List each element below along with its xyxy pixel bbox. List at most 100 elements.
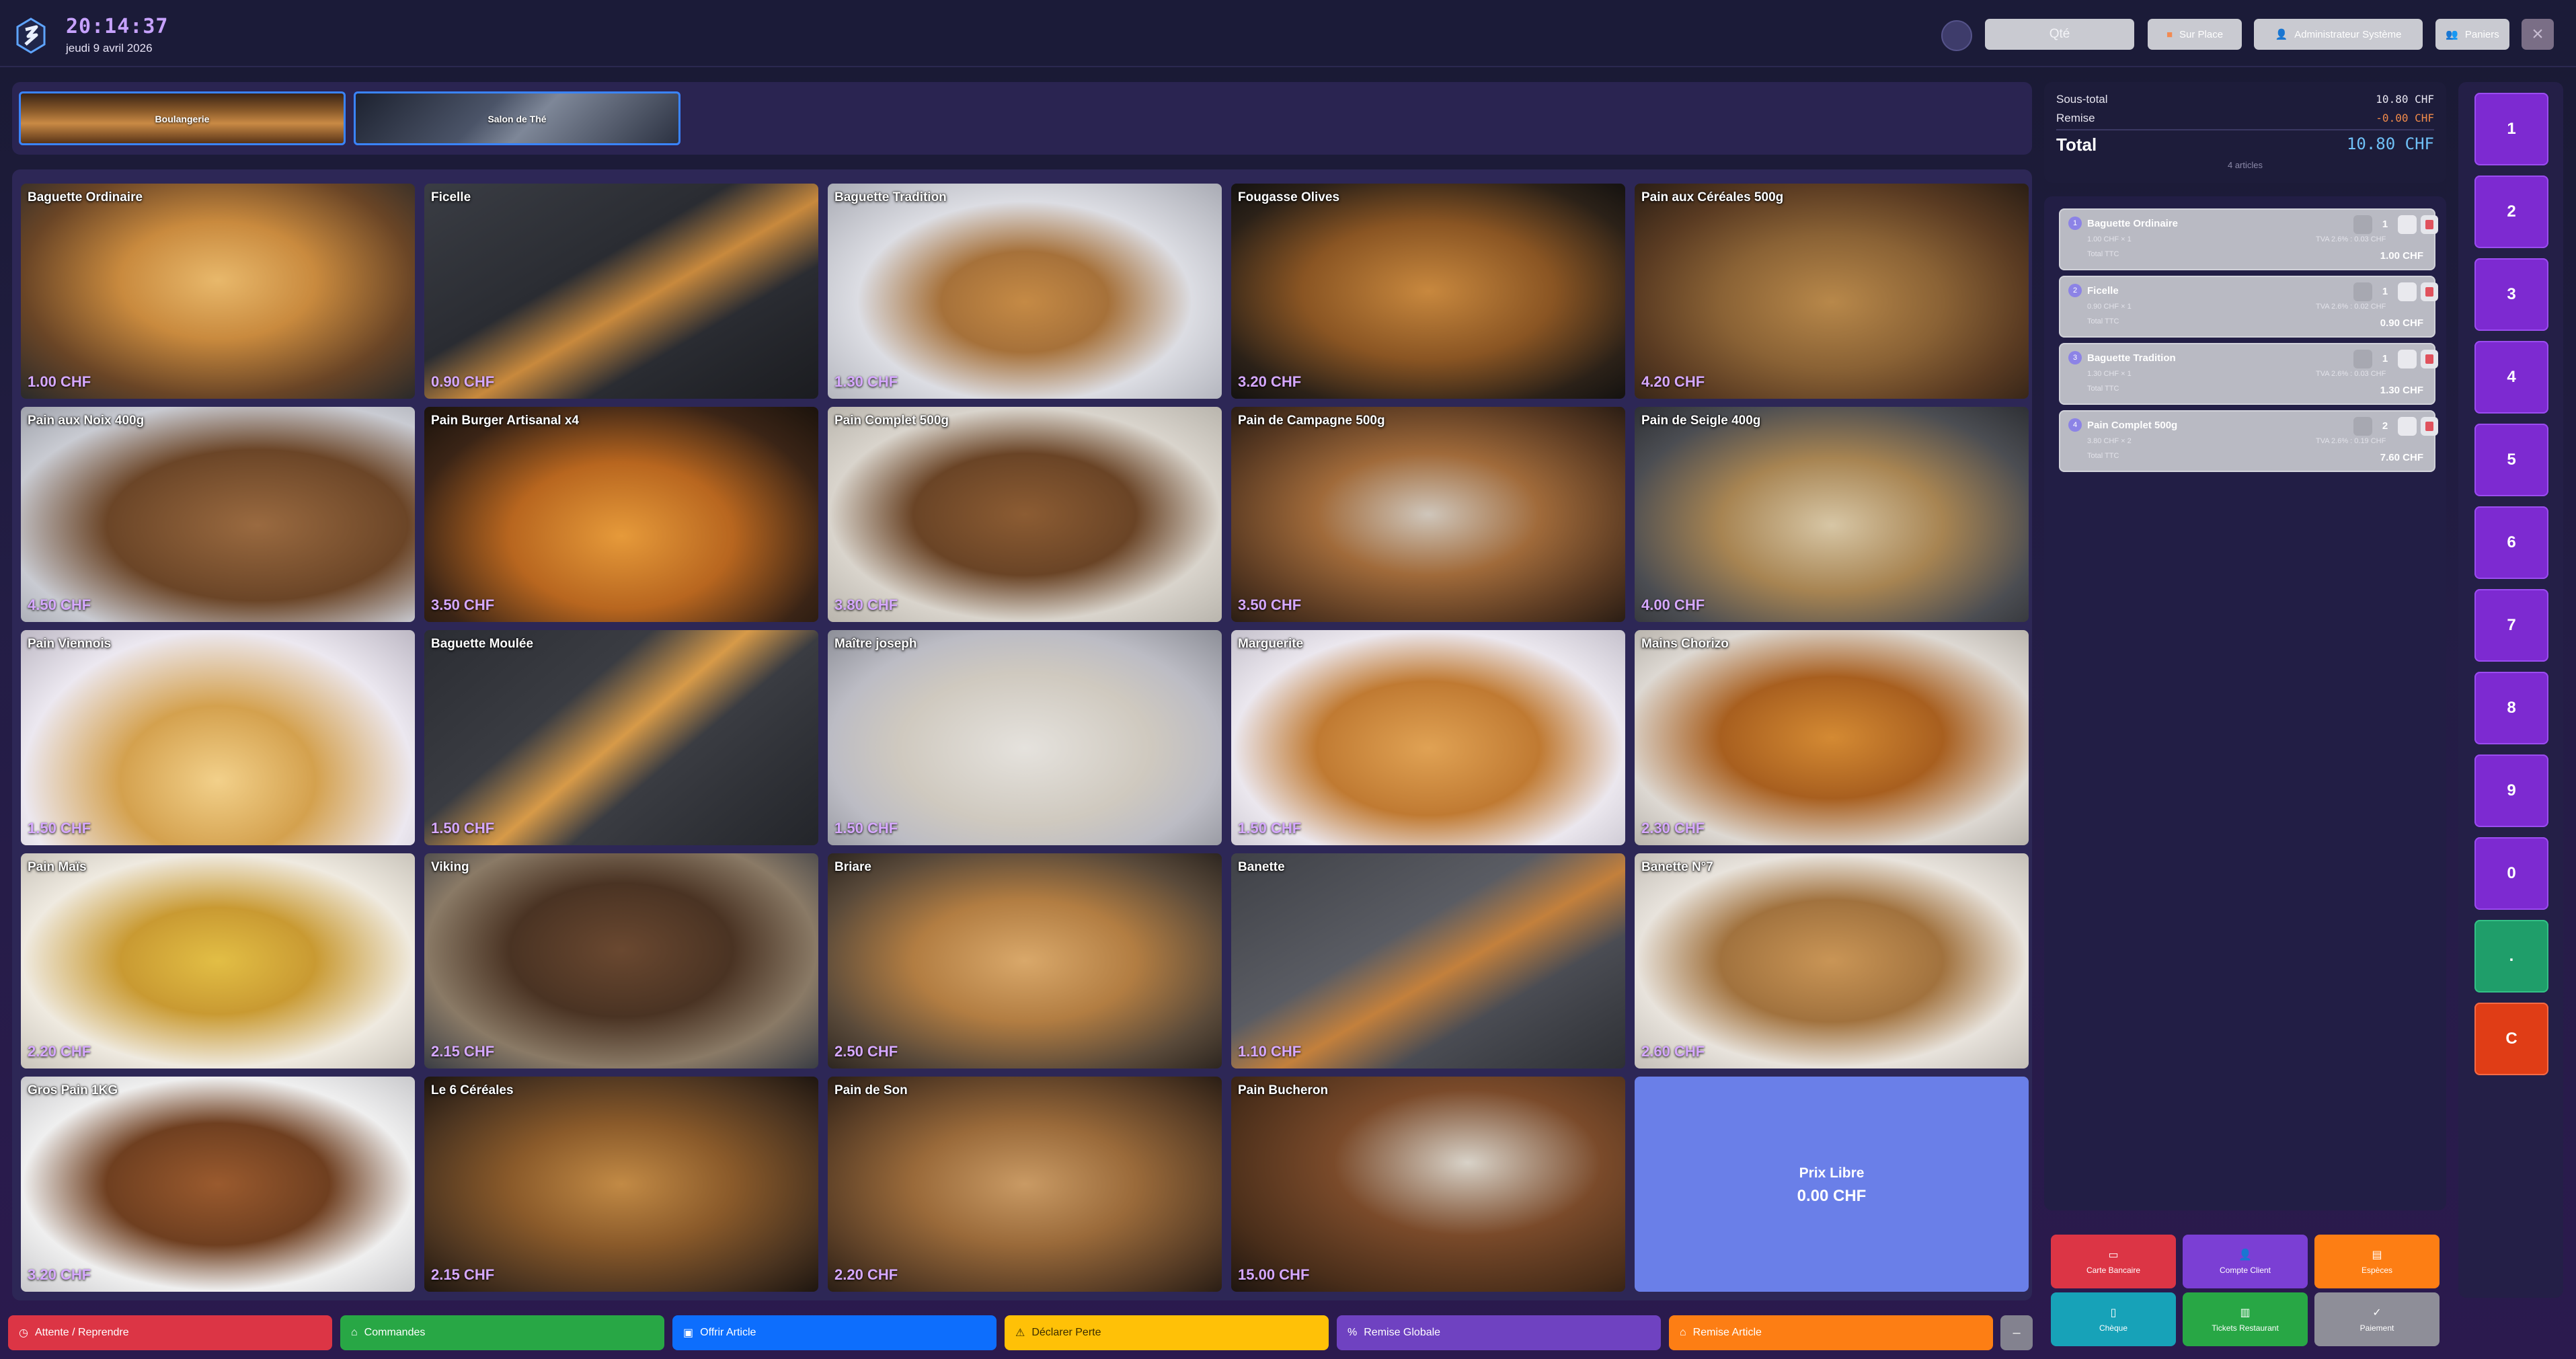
product-tile[interactable]: Mains Chorizo 2.30 CHF (1635, 630, 2029, 845)
product-tile[interactable]: Le 6 Céréales 2.15 CHF (424, 1077, 818, 1292)
product-tile[interactable]: Gros Pain 1KG 3.20 CHF (21, 1077, 415, 1292)
product-tile[interactable]: Viking 2.15 CHF (424, 853, 818, 1069)
payment-label: Chèque (2099, 1323, 2128, 1333)
top-bar: 20:14:37 jeudi 9 avril 2026 Qté ■ Sur Pla… (0, 0, 2576, 67)
numpad-key[interactable]: 6 (2474, 506, 2548, 579)
product-tile[interactable]: Baguette Ordinaire 1.00 CHF (21, 184, 415, 399)
increase-quantity-button[interactable] (2398, 350, 2417, 368)
quantity-input[interactable]: Qté (1985, 19, 2134, 50)
app-logo-icon (15, 17, 47, 54)
payment-button[interactable]: 👤 Compte Client (2183, 1235, 2308, 1288)
total-value: 10.80 CHF (2346, 134, 2434, 153)
numpad-key[interactable]: C (2474, 1003, 2548, 1075)
product-tile[interactable]: Ficelle 0.90 CHF (424, 184, 818, 399)
product-name: Pain Complet 500g (834, 414, 949, 428)
product-tile[interactable]: Marguerite 1.50 CHF (1231, 630, 1625, 845)
product-tile[interactable]: Pain de Seigle 400g 4.00 CHF (1635, 407, 2029, 622)
product-tile[interactable]: Pain de Campagne 500g 3.50 CHF (1231, 407, 1625, 622)
action-button[interactable]: ⌂ Commandes (340, 1315, 664, 1350)
basket-icon: 👥 (2446, 29, 2458, 40)
card-icon: ▭ (2108, 1249, 2119, 1261)
product-image (21, 1077, 415, 1292)
product-tile[interactable]: Pain Viennois 1.50 CHF (21, 630, 415, 845)
product-tile[interactable]: Baguette Moulée 1.50 CHF (424, 630, 818, 845)
payment-button[interactable]: ▤ Espèces (2314, 1235, 2440, 1288)
product-image (1635, 184, 2029, 399)
trash-icon[interactable] (2421, 417, 2438, 436)
prix-libre-tile[interactable]: Prix Libre 0.00 CHF (1635, 1077, 2029, 1292)
product-price: 2.30 CHF (1641, 820, 1705, 837)
product-tile[interactable]: Pain de Son 2.20 CHF (828, 1077, 1222, 1292)
product-tile[interactable]: Pain Complet 500g 3.80 CHF (828, 407, 1222, 622)
category-salon-de-the[interactable]: Salon de Thé (354, 91, 680, 145)
cart-item[interactable]: 2 Ficelle 0.90 CHF × 1 TVA 2.6% : 0.02 CHF T… (2059, 276, 2438, 338)
sur-place-button[interactable]: ■ Sur Place (2148, 19, 2242, 50)
product-tile[interactable]: Pain aux Céréales 500g 4.20 CHF (1635, 184, 2029, 399)
action-button[interactable]: % Remise Globale (1337, 1315, 1661, 1350)
product-tile[interactable]: Briare 2.50 CHF (828, 853, 1222, 1069)
payment-button[interactable]: ▯ Chèque (2051, 1292, 2176, 1346)
numpad-key[interactable]: 0 (2474, 837, 2548, 910)
product-name: Banette (1238, 860, 1285, 874)
decrease-quantity-button[interactable] (2353, 215, 2372, 234)
numpad-key[interactable]: 5 (2474, 424, 2548, 496)
numpad-key[interactable]: 8 (2474, 672, 2548, 744)
product-tile[interactable]: Pain Burger Artisanal x4 3.50 CHF (424, 407, 818, 622)
cart-item[interactable]: 1 Baguette Ordinaire 1.00 CHF × 1 TVA 2.6% … (2059, 208, 2438, 270)
product-price: 2.15 CHF (431, 1043, 495, 1060)
action-button[interactable]: ◷ Attente / Reprendre (8, 1315, 332, 1350)
increase-quantity-button[interactable] (2398, 282, 2417, 301)
trash-icon[interactable] (2421, 282, 2438, 301)
numpad-key[interactable]: 2 (2474, 176, 2548, 248)
action-label: Déclarer Perte (1031, 1327, 1101, 1338)
product-image (828, 1077, 1222, 1292)
product-tile[interactable]: Banette N°7 2.60 CHF (1635, 853, 2029, 1069)
article-count: 4 articles (2227, 160, 2263, 170)
category-bar: Boulangerie Salon de Thé (12, 82, 2032, 155)
product-name: Pain Burger Artisanal x4 (431, 414, 579, 428)
cart-item[interactable]: 3 Baguette Tradition 1.30 CHF × 1 TVA 2.6% … (2059, 343, 2438, 405)
product-image (21, 630, 415, 845)
numpad-key[interactable]: 7 (2474, 589, 2548, 662)
action-button[interactable]: ⚠ Déclarer Perte (1005, 1315, 1329, 1350)
product-tile[interactable]: Pain Maïs 2.20 CHF (21, 853, 415, 1069)
payment-button[interactable]: ▭ Carte Bancaire (2051, 1235, 2176, 1288)
numpad-key[interactable]: 1 (2474, 93, 2548, 165)
increase-quantity-button[interactable] (2398, 417, 2417, 436)
percent-icon: % (1348, 1327, 1358, 1338)
item-unit-price: 0.90 CHF × 1 (2087, 303, 2132, 311)
action-button[interactable]: ▣ Offrir Article (672, 1315, 997, 1350)
decrease-quantity-button[interactable] (2353, 417, 2372, 436)
product-tile[interactable]: Fougasse Olives 3.20 CHF (1231, 184, 1625, 399)
cart-item[interactable]: 4 Pain Complet 500g 3.80 CHF × 2 TVA 2.6% :… (2059, 410, 2438, 472)
paniers-button[interactable]: 👥 Paniers (2435, 19, 2509, 50)
product-tile[interactable]: Baguette Tradition 1.30 CHF (828, 184, 1222, 399)
discount-row: Remise -0.00 CHF (2056, 112, 2434, 125)
close-icon[interactable]: × (2522, 19, 2554, 50)
decrease-quantity-button[interactable] (2353, 350, 2372, 368)
numpad-key[interactable]: . (2474, 920, 2548, 993)
quantity-placeholder: Qté (2049, 27, 2070, 41)
trash-icon[interactable] (2421, 215, 2438, 234)
payment-button[interactable]: ▥ Tickets Restaurant (2183, 1292, 2308, 1346)
numpad-key[interactable]: 9 (2474, 754, 2548, 827)
trash-icon[interactable] (2421, 350, 2438, 368)
product-name: Briare (834, 860, 871, 874)
product-tile[interactable]: Maître joseph 1.50 CHF (828, 630, 1222, 845)
numpad-key[interactable]: 3 (2474, 258, 2548, 331)
user-button[interactable]: 👤 Administrateur Système (2254, 19, 2423, 50)
action-label: Commandes (364, 1327, 426, 1338)
product-image (21, 407, 415, 622)
payment-button[interactable]: ✓ Paiement (2314, 1292, 2440, 1346)
decrease-quantity-button[interactable] (2353, 282, 2372, 301)
product-tile[interactable]: Pain aux Noix 400g 4.50 CHF (21, 407, 415, 622)
more-actions-button[interactable]: – (2000, 1315, 2033, 1350)
numpad-key[interactable]: 4 (2474, 341, 2548, 414)
product-tile[interactable]: Banette 1.10 CHF (1231, 853, 1625, 1069)
product-image (1231, 630, 1625, 845)
action-button[interactable]: ⌂ Remise Article (1669, 1315, 1993, 1350)
status-dot-icon[interactable] (1941, 20, 1972, 51)
increase-quantity-button[interactable] (2398, 215, 2417, 234)
category-boulangerie[interactable]: Boulangerie (19, 91, 346, 145)
product-tile[interactable]: Pain Bucheron 15.00 CHF (1231, 1077, 1625, 1292)
